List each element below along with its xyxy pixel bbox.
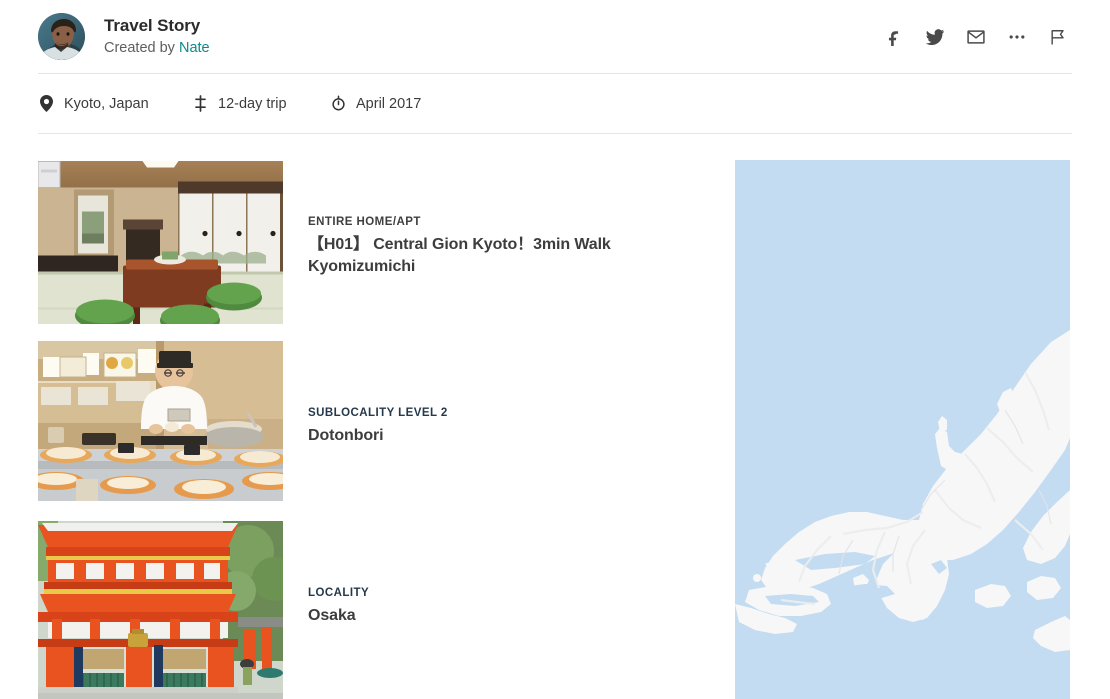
meta-duration-label: 12-day trip — [218, 95, 287, 112]
clock-icon — [330, 95, 347, 113]
route-icon — [192, 95, 209, 113]
location-pin-icon — [38, 95, 55, 113]
list-item-title[interactable]: Dotonbori — [308, 425, 698, 447]
page-title: Travel Story — [104, 15, 201, 35]
header-actions — [882, 25, 1072, 49]
list-item-text: Locality Osaka — [308, 586, 698, 627]
flag-icon[interactable] — [1046, 25, 1070, 49]
title-block: Travel Story Created by Nate — [104, 15, 210, 59]
body: Entire home/apt 【H01】 Central Gion Kyoto… — [0, 134, 1110, 699]
list-item-text: Entire home/apt 【H01】 Central Gion Kyoto… — [308, 215, 698, 278]
created-by-prefix: Created by — [104, 39, 179, 56]
created-by: Created by Nate — [104, 38, 210, 59]
list-item-title[interactable]: Osaka — [308, 605, 698, 627]
list-item-category: Entire home/apt — [308, 216, 421, 228]
more-icon[interactable] — [1005, 25, 1029, 49]
email-icon[interactable] — [964, 25, 988, 49]
meta-duration: 12-day trip — [192, 95, 330, 113]
meta-location: Kyoto, Japan — [38, 95, 192, 113]
trip-meta-row: Kyoto, Japan 12-day trip April 2017 — [38, 74, 1072, 133]
meta-date-label: April 2017 — [356, 95, 422, 112]
page-header: Travel Story Created by Nate — [0, 0, 1110, 73]
story-list[interactable]: Entire home/apt 【H01】 Central Gion Kyoto… — [38, 161, 698, 699]
listing-photo-shrine-gate[interactable] — [38, 521, 283, 699]
author-link[interactable]: Nate — [179, 40, 210, 56]
list-item-category: Sublocality level 2 — [308, 407, 448, 419]
facebook-icon[interactable] — [882, 25, 906, 49]
listing-photo-sushi-chef[interactable] — [38, 341, 283, 501]
map-canvas[interactable] — [735, 160, 1070, 699]
map[interactable]: Sea of Japan (East Sea) Japan + − Dotonb… — [735, 160, 1070, 699]
twitter-icon[interactable] — [923, 25, 947, 49]
avatar[interactable] — [38, 13, 85, 60]
meta-date: April 2017 — [330, 95, 421, 113]
listing-photo-tatami-room[interactable] — [38, 161, 283, 324]
list-item-category: Locality — [308, 587, 370, 599]
meta-location-label: Kyoto, Japan — [64, 95, 149, 112]
travel-story-page: Travel Story Created by Nate Kyoto, Japa… — [0, 0, 1110, 699]
list-item-text: Sublocality level 2 Dotonbori — [308, 406, 698, 447]
list-item-title[interactable]: 【H01】 Central Gion Kyoto！3min Walk Kyomi… — [308, 234, 698, 278]
